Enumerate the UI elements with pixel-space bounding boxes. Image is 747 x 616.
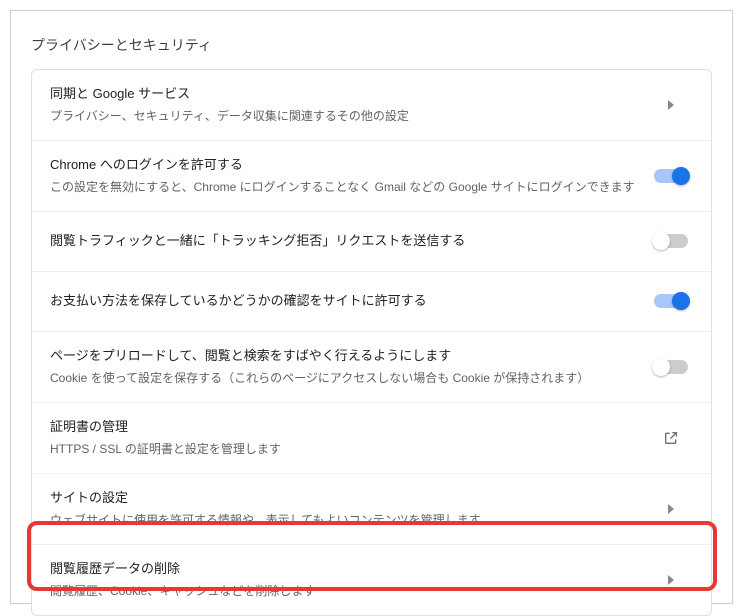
- row-clear-browsing-data[interactable]: 閲覧履歴データの削除 閲覧履歴、Cookie、キャッシュなどを削除します: [32, 545, 711, 615]
- row-preload-pages: ページをプリロードして、閲覧と検索をすばやく行えるようにします Cookie を…: [32, 332, 711, 403]
- row-title: 証明書の管理: [50, 417, 637, 438]
- row-subtitle: Cookie を使って設定を保存する（これらのページにアクセスしない場合も Co…: [50, 369, 637, 388]
- row-text: 閲覧トラフィックと一緒に「トラッキング拒否」リクエストを送信する: [50, 231, 649, 252]
- external-link-icon: [649, 430, 693, 446]
- toggle-do-not-track[interactable]: [654, 234, 688, 248]
- row-title: サイトの設定: [50, 488, 637, 509]
- row-subtitle: この設定を無効にすると、Chrome にログインすることなく Gmail などの…: [50, 178, 637, 197]
- row-text: お支払い方法を保存しているかどうかの確認をサイトに許可する: [50, 291, 649, 312]
- row-text: 同期と Google サービス プライバシー、セキュリティ、データ収集に関連する…: [50, 84, 649, 126]
- row-payment-method-check: お支払い方法を保存しているかどうかの確認をサイトに許可する: [32, 272, 711, 332]
- row-title: 同期と Google サービス: [50, 84, 637, 105]
- row-text: 閲覧履歴データの削除 閲覧履歴、Cookie、キャッシュなどを削除します: [50, 559, 649, 601]
- row-text: ページをプリロードして、閲覧と検索をすばやく行えるようにします Cookie を…: [50, 346, 649, 388]
- row-sync-google-services[interactable]: 同期と Google サービス プライバシー、セキュリティ、データ収集に関連する…: [32, 70, 711, 141]
- row-text: 証明書の管理 HTTPS / SSL の証明書と設定を管理します: [50, 417, 649, 459]
- row-title: Chrome へのログインを許可する: [50, 155, 637, 176]
- row-text: Chrome へのログインを許可する この設定を無効にすると、Chrome にロ…: [50, 155, 649, 197]
- row-title: ページをプリロードして、閲覧と検索をすばやく行えるようにします: [50, 346, 637, 367]
- section-title: プライバシーとセキュリティ: [11, 11, 732, 69]
- row-do-not-track: 閲覧トラフィックと一緒に「トラッキング拒否」リクエストを送信する: [32, 212, 711, 272]
- row-title: 閲覧履歴データの削除: [50, 559, 637, 580]
- toggle-preload-pages[interactable]: [654, 360, 688, 374]
- row-subtitle: 閲覧履歴、Cookie、キャッシュなどを削除します: [50, 582, 637, 601]
- row-subtitle: プライバシー、セキュリティ、データ収集に関連するその他の設定: [50, 107, 637, 126]
- row-subtitle: HTTPS / SSL の証明書と設定を管理します: [50, 440, 637, 459]
- row-subtitle: ウェブサイトに使用を許可する情報や、表示してもよいコンテンツを管理します: [50, 511, 637, 530]
- row-title: お支払い方法を保存しているかどうかの確認をサイトに許可する: [50, 291, 637, 312]
- chevron-right-icon: [649, 504, 693, 514]
- row-site-settings[interactable]: サイトの設定 ウェブサイトに使用を許可する情報や、表示してもよいコンテンツを管理…: [32, 474, 711, 545]
- chevron-right-icon: [649, 575, 693, 585]
- settings-card: 同期と Google サービス プライバシー、セキュリティ、データ収集に関連する…: [31, 69, 712, 616]
- chevron-right-icon: [649, 100, 693, 110]
- settings-panel: プライバシーとセキュリティ 同期と Google サービス プライバシー、セキュ…: [10, 10, 733, 604]
- row-manage-certificates[interactable]: 証明書の管理 HTTPS / SSL の証明書と設定を管理します: [32, 403, 711, 474]
- toggle-allow-chrome-signin[interactable]: [654, 169, 688, 183]
- toggle-payment-method-check[interactable]: [654, 294, 688, 308]
- row-allow-chrome-signin: Chrome へのログインを許可する この設定を無効にすると、Chrome にロ…: [32, 141, 711, 212]
- row-title: 閲覧トラフィックと一緒に「トラッキング拒否」リクエストを送信する: [50, 231, 637, 252]
- row-text: サイトの設定 ウェブサイトに使用を許可する情報や、表示してもよいコンテンツを管理…: [50, 488, 649, 530]
